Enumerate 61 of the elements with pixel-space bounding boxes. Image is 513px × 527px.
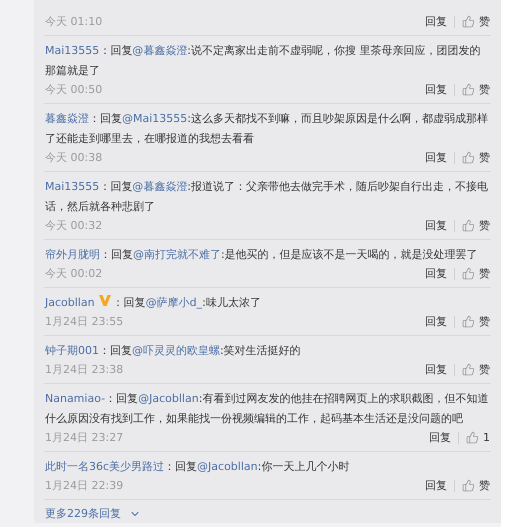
- user-link[interactable]: Nanamiao-: [45, 392, 106, 406]
- like-button[interactable]: 赞: [462, 314, 490, 330]
- reply-link[interactable]: 回复: [425, 82, 447, 97]
- mention-link[interactable]: @Mai13555: [122, 112, 188, 125]
- thumbs-up-icon: [466, 431, 479, 444]
- like-button[interactable]: 赞: [462, 150, 490, 165]
- like-button[interactable]: 赞: [462, 218, 490, 233]
- like-button[interactable]: 赞: [462, 266, 490, 281]
- reply-link[interactable]: 回复: [425, 362, 447, 378]
- mention-link[interactable]: @萨摩小d_: [146, 296, 202, 310]
- like-button[interactable]: 赞: [462, 82, 490, 97]
- user-link[interactable]: 暮鑫焱澄: [45, 112, 89, 125]
- reply-link[interactable]: 回复: [425, 314, 447, 330]
- mention-link[interactable]: @Jacobllan: [197, 460, 258, 474]
- reply-link[interactable]: 回复: [425, 150, 447, 165]
- comment-text: 暮鑫焱澄：回复@Mai13555:这么多天都找不到嘛，而且吵架原因是什么啊，都虚弱成那样了还能走到哪里去，在哪报道的我想去看看: [45, 111, 489, 147]
- like-button[interactable]: 1: [466, 431, 490, 444]
- comment-text: 此时一名36c美少男路过：回复@Jacobllan:你一天上几个小时: [45, 459, 350, 476]
- thumbs-up-icon: [462, 83, 475, 96]
- mention-link[interactable]: @南打完就不难了: [133, 248, 221, 261]
- comment-text: 钟子期001：回复@吓灵灵的欧皇螺:笑对生活挺好的: [45, 343, 302, 360]
- thumbs-up-icon: [462, 151, 475, 164]
- user-link[interactable]: Mai13555: [45, 44, 100, 57]
- comment-time: 今天 00:32: [45, 218, 102, 233]
- like-button[interactable]: 赞: [462, 362, 490, 378]
- thumbs-up-icon: [462, 315, 475, 328]
- like-button[interactable]: 赞: [462, 14, 490, 29]
- comment-time: 1月24日 23:27: [45, 430, 124, 446]
- comment-time: 1月24日 22:39: [45, 478, 124, 494]
- more-replies-link[interactable]: 更多229条回复: [44, 500, 142, 523]
- reply-link[interactable]: 回复: [425, 14, 447, 29]
- mention-link[interactable]: @暮鑫焱澄: [132, 180, 188, 193]
- mention-link[interactable]: @吓灵灵的欧皇螺: [132, 344, 220, 358]
- comment-text: Jacobllan ：回复@萨摩小d_:味儿太浓了: [45, 293, 490, 314]
- comment-time: 今天 00:50: [45, 82, 102, 97]
- user-link[interactable]: 此时一名36c美少男路过: [45, 460, 164, 474]
- comment-time: 1月24日 23:38: [45, 362, 124, 378]
- user-link[interactable]: 帘外月胧明: [45, 248, 100, 261]
- thumbs-up-icon: [462, 479, 475, 492]
- comment-text: Mai13555：回复@暮鑫焱澄:报道说了：父亲带他去做完手术，随后吵架自行出走，不接电话，然后就各种悲剧了: [45, 179, 489, 215]
- comment-time: 今天 00:02: [45, 266, 102, 281]
- user-link[interactable]: Jacobllan: [45, 296, 95, 310]
- comment-text: Nanamiao-：回复@Jacobllan:有看到过网友发的他挂在招聘网页上的求职截图，但不知道什么原因没有找到工作，如果能找一份视频编辑的工作，起码基本生活还是没问题的吧: [45, 391, 490, 428]
- user-link[interactable]: 钟子期001: [45, 344, 99, 358]
- reply-link[interactable]: 回复: [429, 430, 451, 446]
- like-button[interactable]: 赞: [462, 478, 490, 494]
- mention-link[interactable]: @Jacobllan: [138, 392, 199, 406]
- comment-text: Mai13555：回复@暮鑫焱澄:说不定离家出走前不虚弱呢，你搜 里茶母亲回应，团团发的那篇就是了: [45, 43, 482, 79]
- thumbs-up-icon: [462, 219, 475, 232]
- comment-time: 今天 00:38: [45, 150, 102, 165]
- reply-link[interactable]: 回复: [425, 478, 447, 494]
- thumbs-up-icon: [462, 267, 475, 280]
- comment-time: 今天 01:10: [45, 14, 102, 29]
- thumbs-up-icon: [462, 15, 475, 28]
- thumbs-up-icon: [462, 363, 475, 376]
- comment-time: 1月24日 23:55: [45, 314, 124, 330]
- comment-text: 帘外月胧明：回复@南打完就不难了:是他买的，但是应该不是一天喝的，就是没处理罢了: [45, 247, 479, 263]
- reply-link[interactable]: 回复: [425, 218, 447, 233]
- user-link[interactable]: Mai13555: [45, 180, 100, 193]
- reply-link[interactable]: 回复: [425, 266, 447, 281]
- mention-link[interactable]: @暮鑫焱澄: [132, 44, 188, 57]
